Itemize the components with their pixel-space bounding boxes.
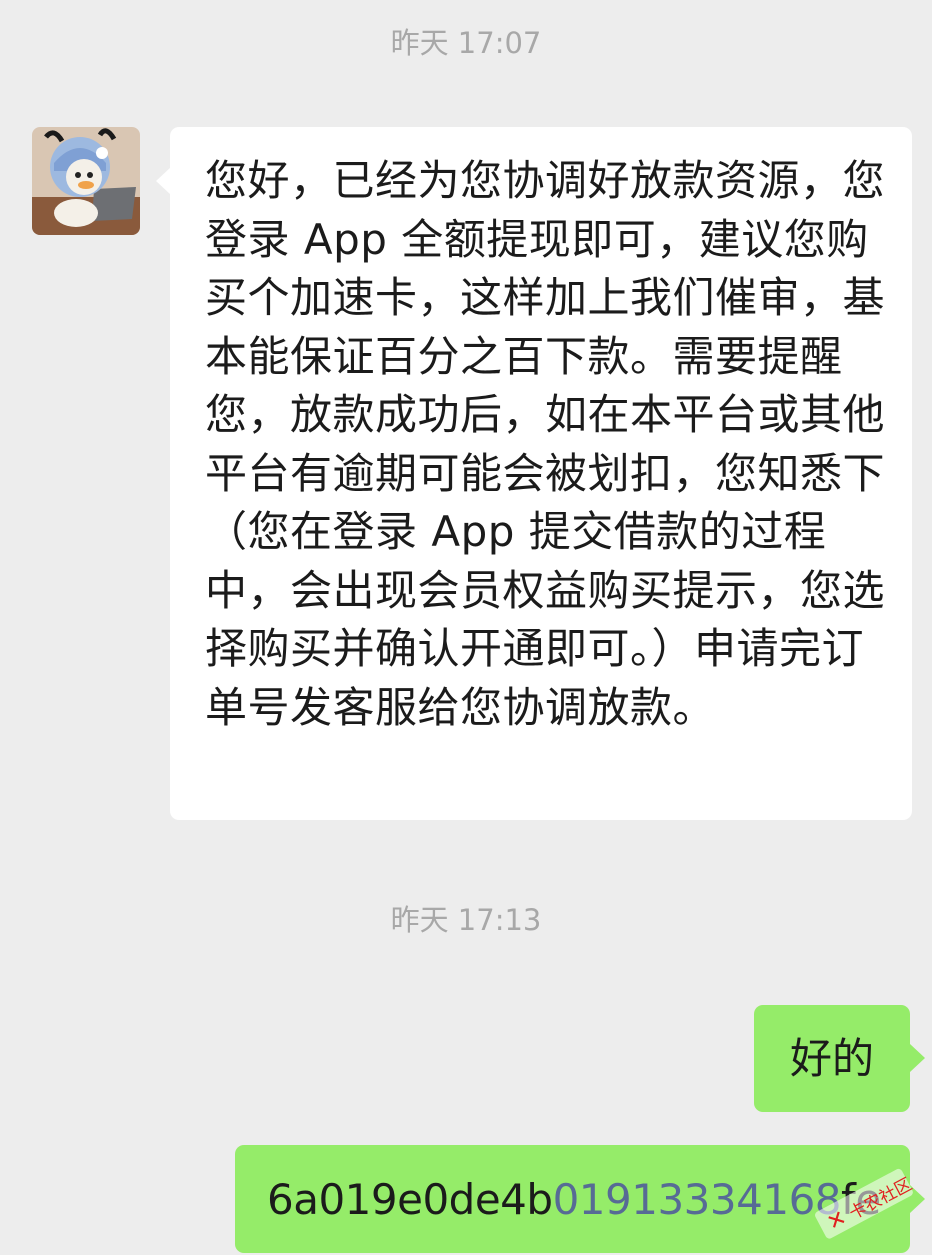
timestamp: 昨天 17:07 [390, 26, 542, 60]
outgoing-message-text: 6a019e0de4b01913334168fe [267, 1173, 881, 1227]
outgoing-message-bubble[interactable]: 6a019e0de4b01913334168fe [235, 1145, 925, 1253]
message-text-segment: fe [841, 1175, 881, 1224]
incoming-message-text: 您好，已经为您协调好放款资源，您登录 App 全额提现即可，建议您购买个加速卡，… [205, 156, 886, 732]
timestamp: 昨天 17:13 [390, 903, 542, 937]
avatar-image [32, 127, 140, 235]
contact-avatar[interactable] [32, 127, 140, 235]
outgoing-message-text: 好的 [789, 1034, 874, 1083]
phone-number-link[interactable]: 01913334168 [553, 1175, 842, 1224]
incoming-message-bubble[interactable]: 您好，已经为您协调好放款资源，您登录 App 全额提现即可，建议您购买个加速卡，… [156, 127, 912, 820]
message-text-segment: 6a019e0de4b [267, 1175, 553, 1224]
outgoing-message-bubble[interactable]: 好的 [754, 1005, 925, 1112]
